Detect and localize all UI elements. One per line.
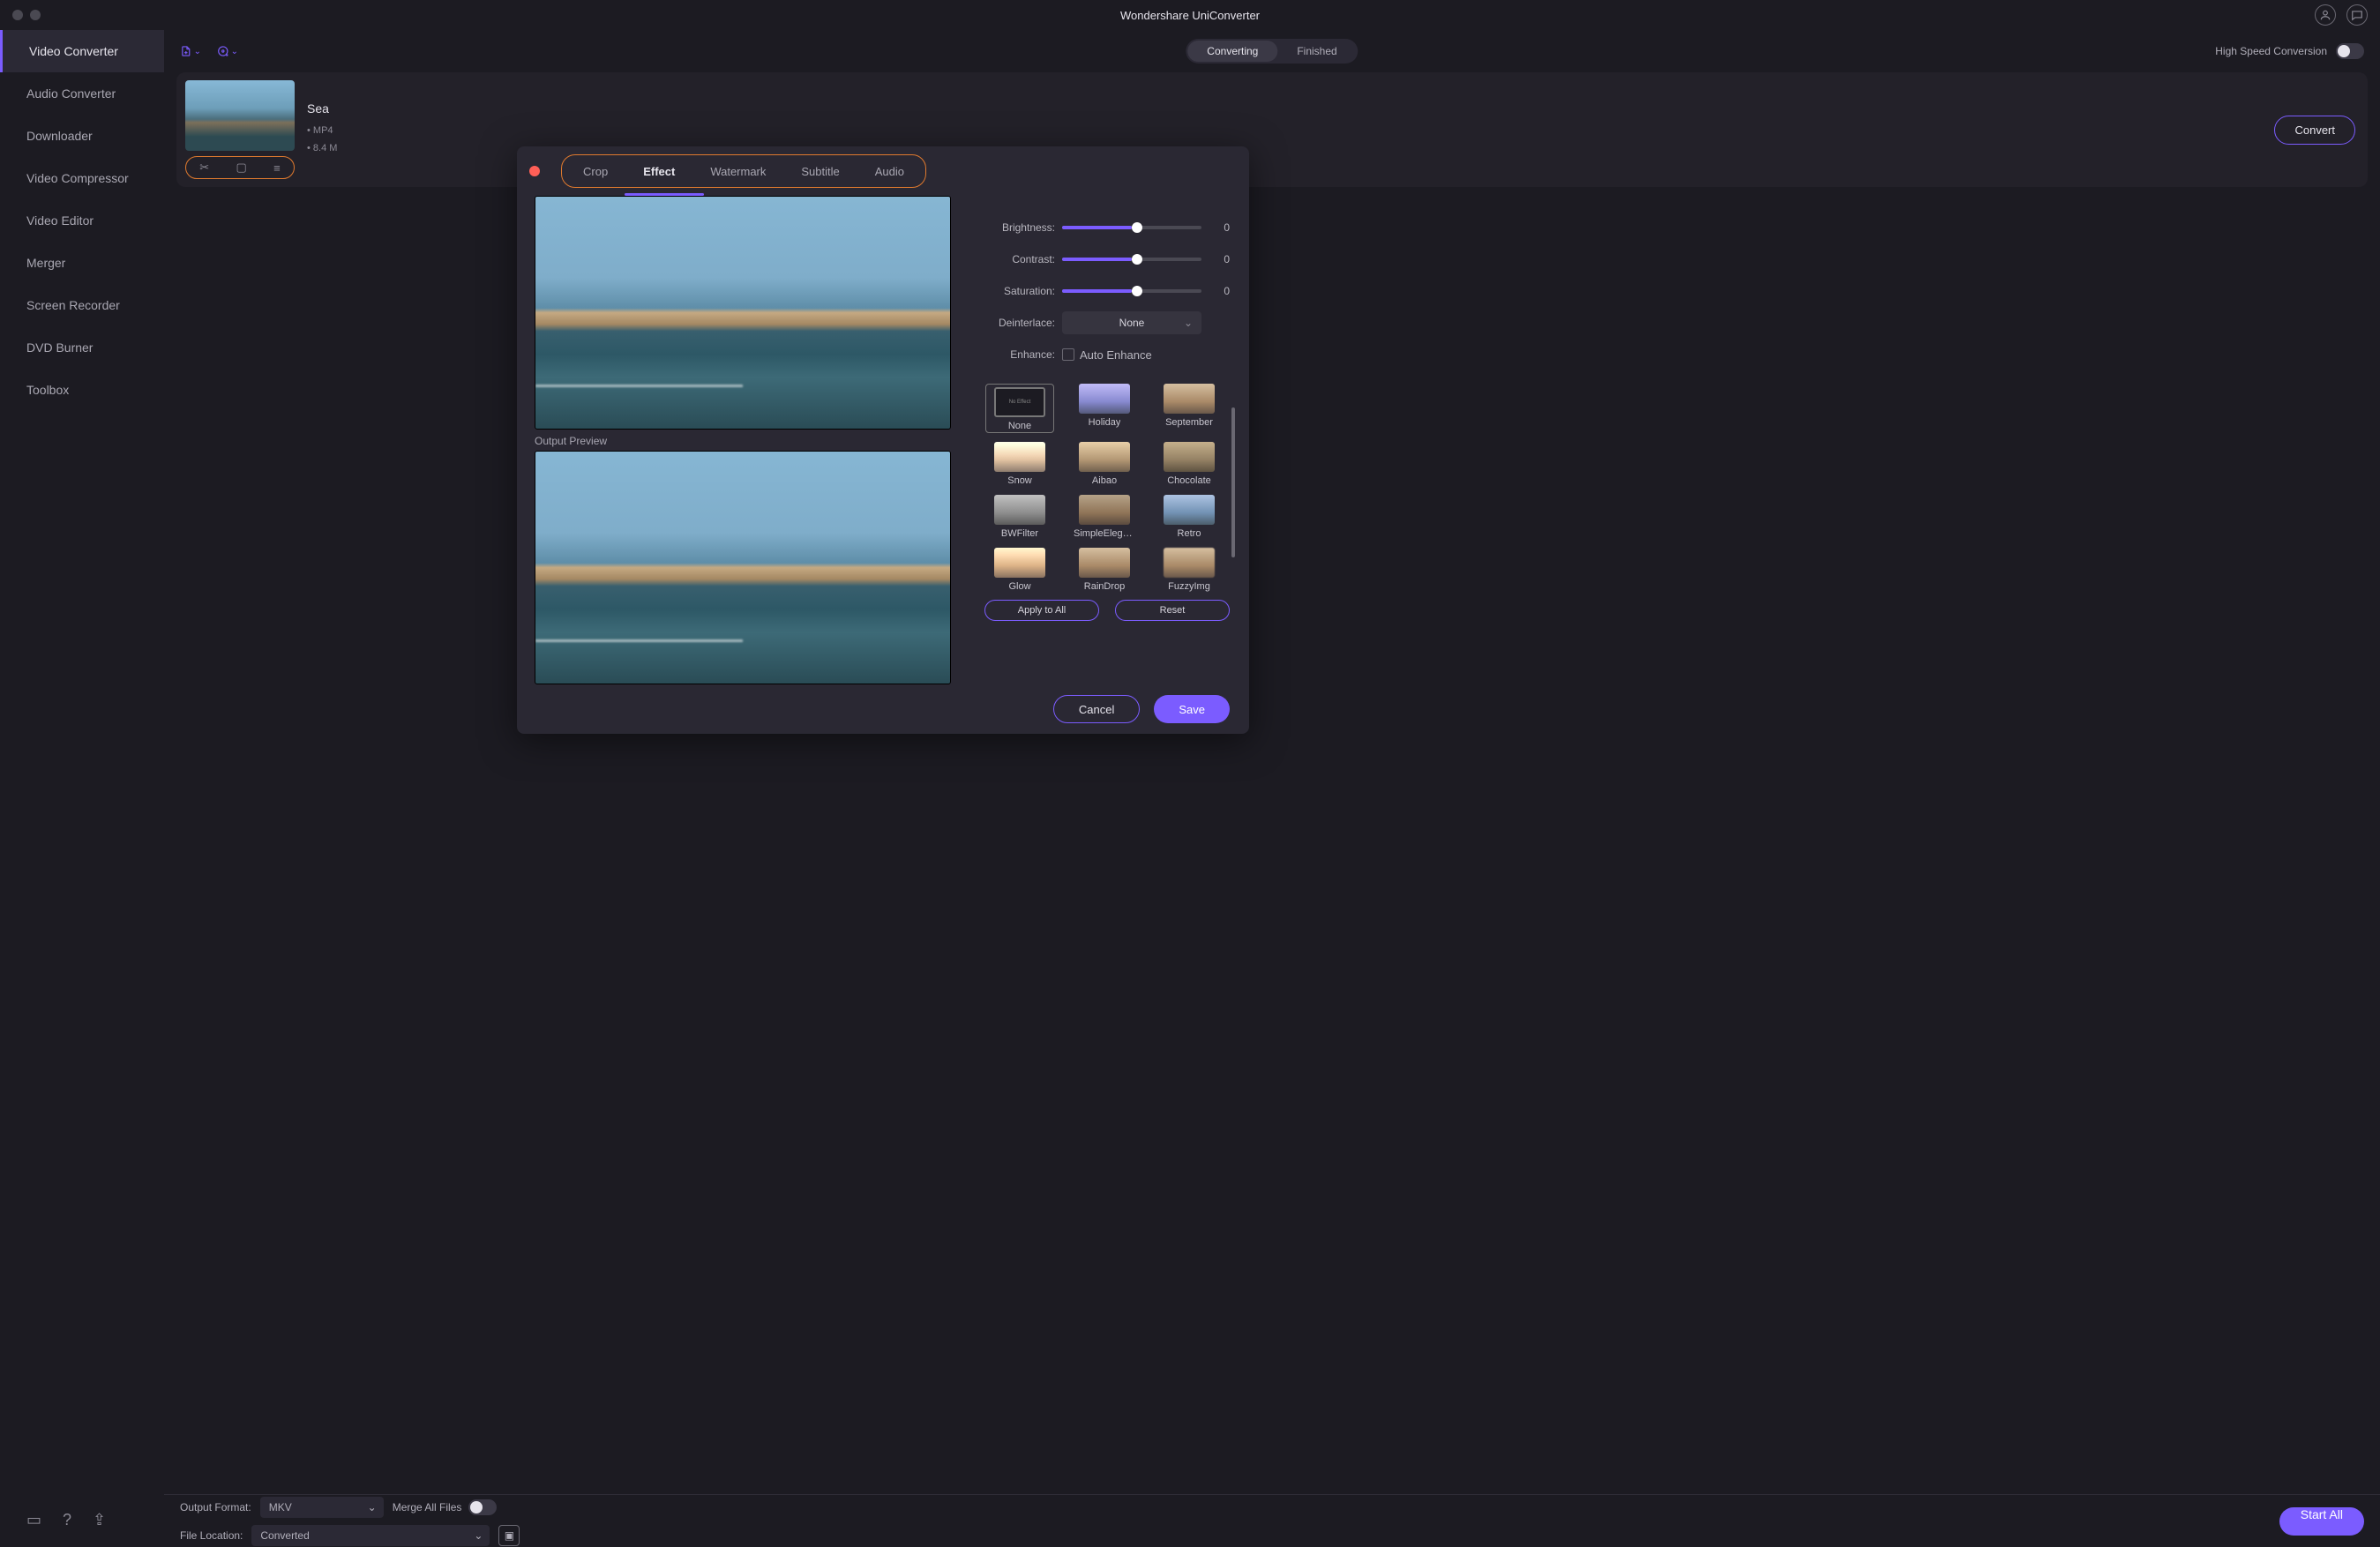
tab-effect[interactable]: Effect (625, 155, 692, 187)
high-speed-label: High Speed Conversion (2215, 45, 2327, 57)
brightness-slider[interactable] (1062, 226, 1201, 229)
file-size: 8.4 M (313, 143, 338, 153)
contrast-label: Contrast: (984, 253, 1055, 265)
filter-none[interactable]: No EffectNone (985, 384, 1054, 433)
filter-chocolate[interactable]: Chocolate (1155, 442, 1224, 486)
file-location-label: File Location: (180, 1529, 243, 1542)
filter-bwfilter[interactable]: BWFilter (985, 495, 1054, 539)
dialog-tabs: Crop Effect Watermark Subtitle Audio (561, 154, 926, 188)
high-speed-toggle[interactable] (2336, 43, 2364, 59)
dialog-close-icon[interactable] (529, 166, 540, 176)
sidebar: Video Converter Audio Converter Download… (0, 30, 164, 1547)
trim-icon[interactable]: ✂ (199, 161, 209, 175)
sidebar-item-video-converter[interactable]: Video Converter (0, 30, 164, 72)
filter-fuzzyimg[interactable]: FuzzyImg (1155, 548, 1224, 592)
file-card: ✂ ▢ ≡ Sea • MP4 • 8.4 M Convert (176, 72, 2368, 187)
status-segment: Converting Finished (1186, 39, 1358, 64)
save-button[interactable]: Save (1154, 695, 1230, 723)
saturation-slider[interactable] (1062, 289, 1201, 293)
filter-glow[interactable]: Glow (985, 548, 1054, 592)
output-preview (535, 451, 951, 684)
effect-dialog: Crop Effect Watermark Subtitle Audio Out… (517, 146, 1249, 734)
deinterlace-label: Deinterlace: (984, 317, 1055, 329)
sidebar-item-screen-recorder[interactable]: Screen Recorder (0, 284, 164, 326)
filter-september[interactable]: September (1155, 384, 1224, 433)
sidebar-item-merger[interactable]: Merger (0, 242, 164, 284)
share-icon[interactable]: ⇪ (93, 1511, 106, 1529)
convert-button[interactable]: Convert (2274, 116, 2355, 145)
file-thumbnail[interactable] (185, 80, 295, 151)
sidebar-item-video-editor[interactable]: Video Editor (0, 199, 164, 242)
adjust-icon[interactable]: ≡ (273, 161, 281, 175)
filters-grid: No EffectNone Holiday September Snow Aib… (984, 383, 1230, 593)
file-title: Sea (307, 101, 337, 116)
auto-enhance-label: Auto Enhance (1080, 348, 1152, 362)
close-icon[interactable] (12, 10, 23, 20)
tab-subtitle[interactable]: Subtitle (783, 155, 857, 187)
bottom-bar: Output Format: MKV Merge All Files File … (164, 1494, 2380, 1547)
titlebar: Wondershare UniConverter (0, 0, 2380, 30)
load-dvd-button[interactable]: ⌄ (217, 41, 238, 62)
crop-icon[interactable]: ▢ (236, 161, 246, 175)
window-title: Wondershare UniConverter (1120, 9, 1260, 22)
open-folder-icon[interactable]: ▣ (498, 1525, 520, 1546)
file-location-select[interactable]: Converted (251, 1525, 490, 1546)
tab-watermark[interactable]: Watermark (692, 155, 783, 187)
filter-raindrop[interactable]: RainDrop (1070, 548, 1139, 592)
brightness-label: Brightness: (984, 221, 1055, 234)
contrast-value: 0 (1209, 253, 1230, 265)
filters-scrollbar[interactable] (1231, 407, 1235, 557)
output-format-label: Output Format: (180, 1501, 251, 1513)
tab-finished[interactable]: Finished (1277, 41, 1356, 62)
contrast-slider[interactable] (1062, 258, 1201, 261)
output-format-select[interactable]: MKV (260, 1497, 384, 1518)
start-all-button[interactable]: Start All (2279, 1507, 2364, 1536)
help-icon[interactable]: ? (63, 1511, 71, 1529)
minimize-icon[interactable] (30, 10, 41, 20)
sidebar-item-downloader[interactable]: Downloader (0, 115, 164, 157)
merge-all-label: Merge All Files (393, 1501, 462, 1513)
filter-snow[interactable]: Snow (985, 442, 1054, 486)
brightness-value: 0 (1209, 221, 1230, 234)
tutorial-icon[interactable]: ▭ (26, 1511, 41, 1529)
window-controls (12, 10, 41, 20)
saturation-value: 0 (1209, 285, 1230, 297)
add-file-button[interactable]: ⌄ (180, 41, 201, 62)
auto-enhance-checkbox[interactable] (1062, 348, 1074, 361)
sidebar-item-dvd-burner[interactable]: DVD Burner (0, 326, 164, 369)
high-speed-conversion: High Speed Conversion (2215, 43, 2364, 59)
sidebar-item-toolbox[interactable]: Toolbox (0, 369, 164, 411)
reset-button[interactable]: Reset (1115, 600, 1230, 621)
source-preview (535, 196, 951, 430)
sidebar-item-audio-converter[interactable]: Audio Converter (0, 72, 164, 115)
tab-converting[interactable]: Converting (1187, 41, 1277, 62)
output-preview-label: Output Preview (535, 435, 976, 447)
deinterlace-select[interactable]: None (1062, 311, 1201, 334)
tab-crop[interactable]: Crop (565, 155, 625, 187)
saturation-label: Saturation: (984, 285, 1055, 297)
sidebar-item-video-compressor[interactable]: Video Compressor (0, 157, 164, 199)
filter-simpleelegant[interactable]: SimpleElegant (1070, 495, 1139, 539)
feedback-icon[interactable] (2346, 4, 2368, 26)
file-format: MP4 (313, 125, 333, 136)
account-icon[interactable] (2315, 4, 2336, 26)
filter-holiday[interactable]: Holiday (1070, 384, 1139, 433)
filter-retro[interactable]: Retro (1155, 495, 1224, 539)
tab-audio[interactable]: Audio (857, 155, 922, 187)
merge-all-toggle[interactable] (468, 1499, 497, 1515)
apply-to-all-button[interactable]: Apply to All (984, 600, 1099, 621)
filter-aibao[interactable]: Aibao (1070, 442, 1139, 486)
enhance-label: Enhance: (984, 348, 1055, 361)
panel-toolbar: ⌄ ⌄ Converting Finished High Speed Conve… (164, 30, 2380, 72)
cancel-button[interactable]: Cancel (1053, 695, 1140, 723)
thumbnail-toolbar: ✂ ▢ ≡ (185, 156, 295, 179)
main-panel: ⌄ ⌄ Converting Finished High Speed Conve… (164, 30, 2380, 1547)
